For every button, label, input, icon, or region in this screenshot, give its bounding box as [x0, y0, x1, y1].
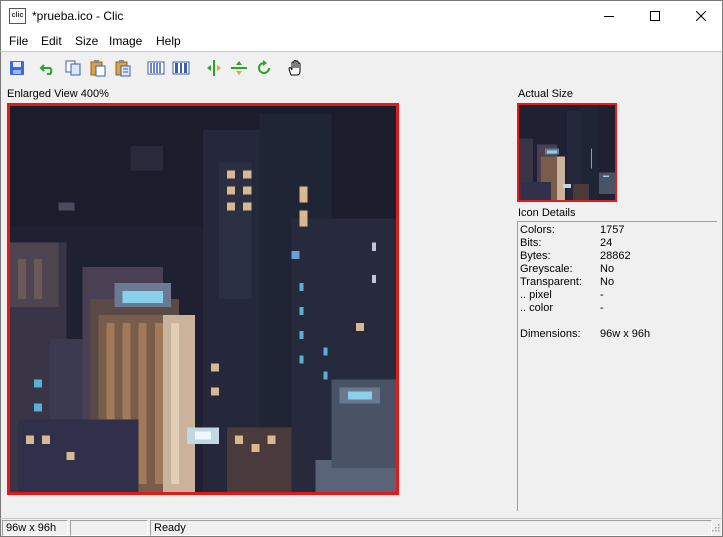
- minimize-icon: [604, 16, 614, 17]
- copy-icon: [65, 60, 81, 76]
- actual-size-preview: [517, 103, 617, 202]
- undo-button[interactable]: [39, 59, 57, 77]
- hand-icon: [288, 59, 301, 76]
- status-bar: 96w x 96h Ready: [0, 518, 723, 537]
- detail-key: Greyscale:: [520, 263, 573, 275]
- detail-key: Transparent:: [520, 276, 582, 288]
- detail-row: Bytes: 28862: [520, 250, 716, 263]
- paste-icon: [90, 60, 106, 77]
- menu-edit[interactable]: Edit: [41, 34, 62, 48]
- menu-size[interactable]: Size: [75, 34, 98, 48]
- detail-value: 96w x 96h: [600, 328, 651, 340]
- detail-key: Dimensions:: [520, 328, 581, 340]
- menu-file[interactable]: File: [9, 34, 28, 48]
- detail-row: Colors: 1757: [520, 224, 716, 237]
- flip-vertical-button[interactable]: [230, 59, 248, 77]
- detail-key: .. pixel: [520, 289, 552, 301]
- detail-value: -: [600, 289, 604, 301]
- close-icon: [696, 11, 706, 21]
- paste-special-button[interactable]: [114, 59, 132, 77]
- icon-details-panel: Colors: 1757 Bits: 24 Bytes: 28862 Greyscal…: [517, 221, 717, 511]
- detail-key: Bits:: [520, 237, 542, 249]
- menu-image[interactable]: Image: [109, 34, 142, 48]
- stretch-vertical-button[interactable]: [172, 59, 190, 77]
- detail-row: Transparent: No: [520, 276, 716, 289]
- toolbar: [0, 51, 723, 84]
- save-button[interactable]: [8, 59, 26, 77]
- status-middle: [70, 520, 148, 536]
- paste-button[interactable]: [89, 59, 107, 77]
- detail-value: 28862: [600, 250, 631, 262]
- copy-button[interactable]: [64, 59, 82, 77]
- detail-row: Greyscale: No: [520, 263, 716, 276]
- icon-details-heading: Icon Details: [518, 207, 576, 219]
- resize-grip-icon[interactable]: [709, 523, 720, 534]
- detail-value: No: [600, 263, 615, 275]
- rotate-icon: [258, 60, 270, 74]
- title-bar: clic *prueba.ico - Clic: [0, 0, 723, 31]
- stretch-horizontal-button[interactable]: [147, 59, 165, 77]
- detail-row: Bits: 24: [520, 237, 716, 250]
- actual-size-label: Actual Size: [518, 88, 574, 100]
- detail-key: Bytes:: [520, 250, 551, 262]
- stretch-vertical-icon: [172, 61, 190, 75]
- enlarged-view-canvas[interactable]: [7, 103, 399, 495]
- flip-horizontal-button[interactable]: [205, 59, 223, 77]
- detail-key: .. color: [520, 302, 554, 314]
- enlarged-view-label: Enlarged View 400%: [7, 88, 109, 100]
- main-area: Enlarged View 400% Actual Size Icon Deta…: [0, 84, 723, 518]
- menu-bar: File Edit Size Image Help: [0, 31, 723, 51]
- detail-value: 24: [600, 237, 613, 249]
- maximize-icon: [650, 11, 660, 21]
- rotate-button[interactable]: [255, 59, 273, 77]
- detail-row: Dimensions: 96w x 96h: [520, 328, 716, 341]
- status-message: Ready: [150, 520, 712, 536]
- status-dimensions: 96w x 96h: [2, 520, 68, 536]
- flip-horizontal-icon: [207, 60, 221, 76]
- stretch-horizontal-icon: [147, 61, 165, 75]
- detail-value: 1757: [600, 224, 625, 236]
- minimize-button[interactable]: [586, 1, 632, 31]
- paste-special-icon: [115, 60, 131, 77]
- detail-key: Colors:: [520, 224, 555, 236]
- menu-help[interactable]: Help: [156, 34, 181, 48]
- window-title: *prueba.ico - Clic: [32, 9, 124, 23]
- undo-icon: [39, 64, 53, 75]
- detail-value: -: [600, 302, 604, 314]
- detail-value: No: [600, 276, 615, 288]
- actual-cityscape-image: [519, 105, 615, 200]
- save-icon: [10, 61, 24, 75]
- app-icon: clic: [9, 8, 26, 24]
- close-button[interactable]: [678, 1, 723, 31]
- flip-vertical-icon: [231, 61, 247, 75]
- detail-row: .. pixel -: [520, 289, 716, 302]
- maximize-button[interactable]: [632, 1, 678, 31]
- detail-row: .. color -: [520, 302, 716, 315]
- enlarged-cityscape-image: [10, 106, 396, 492]
- hand-tool-button[interactable]: [286, 59, 304, 77]
